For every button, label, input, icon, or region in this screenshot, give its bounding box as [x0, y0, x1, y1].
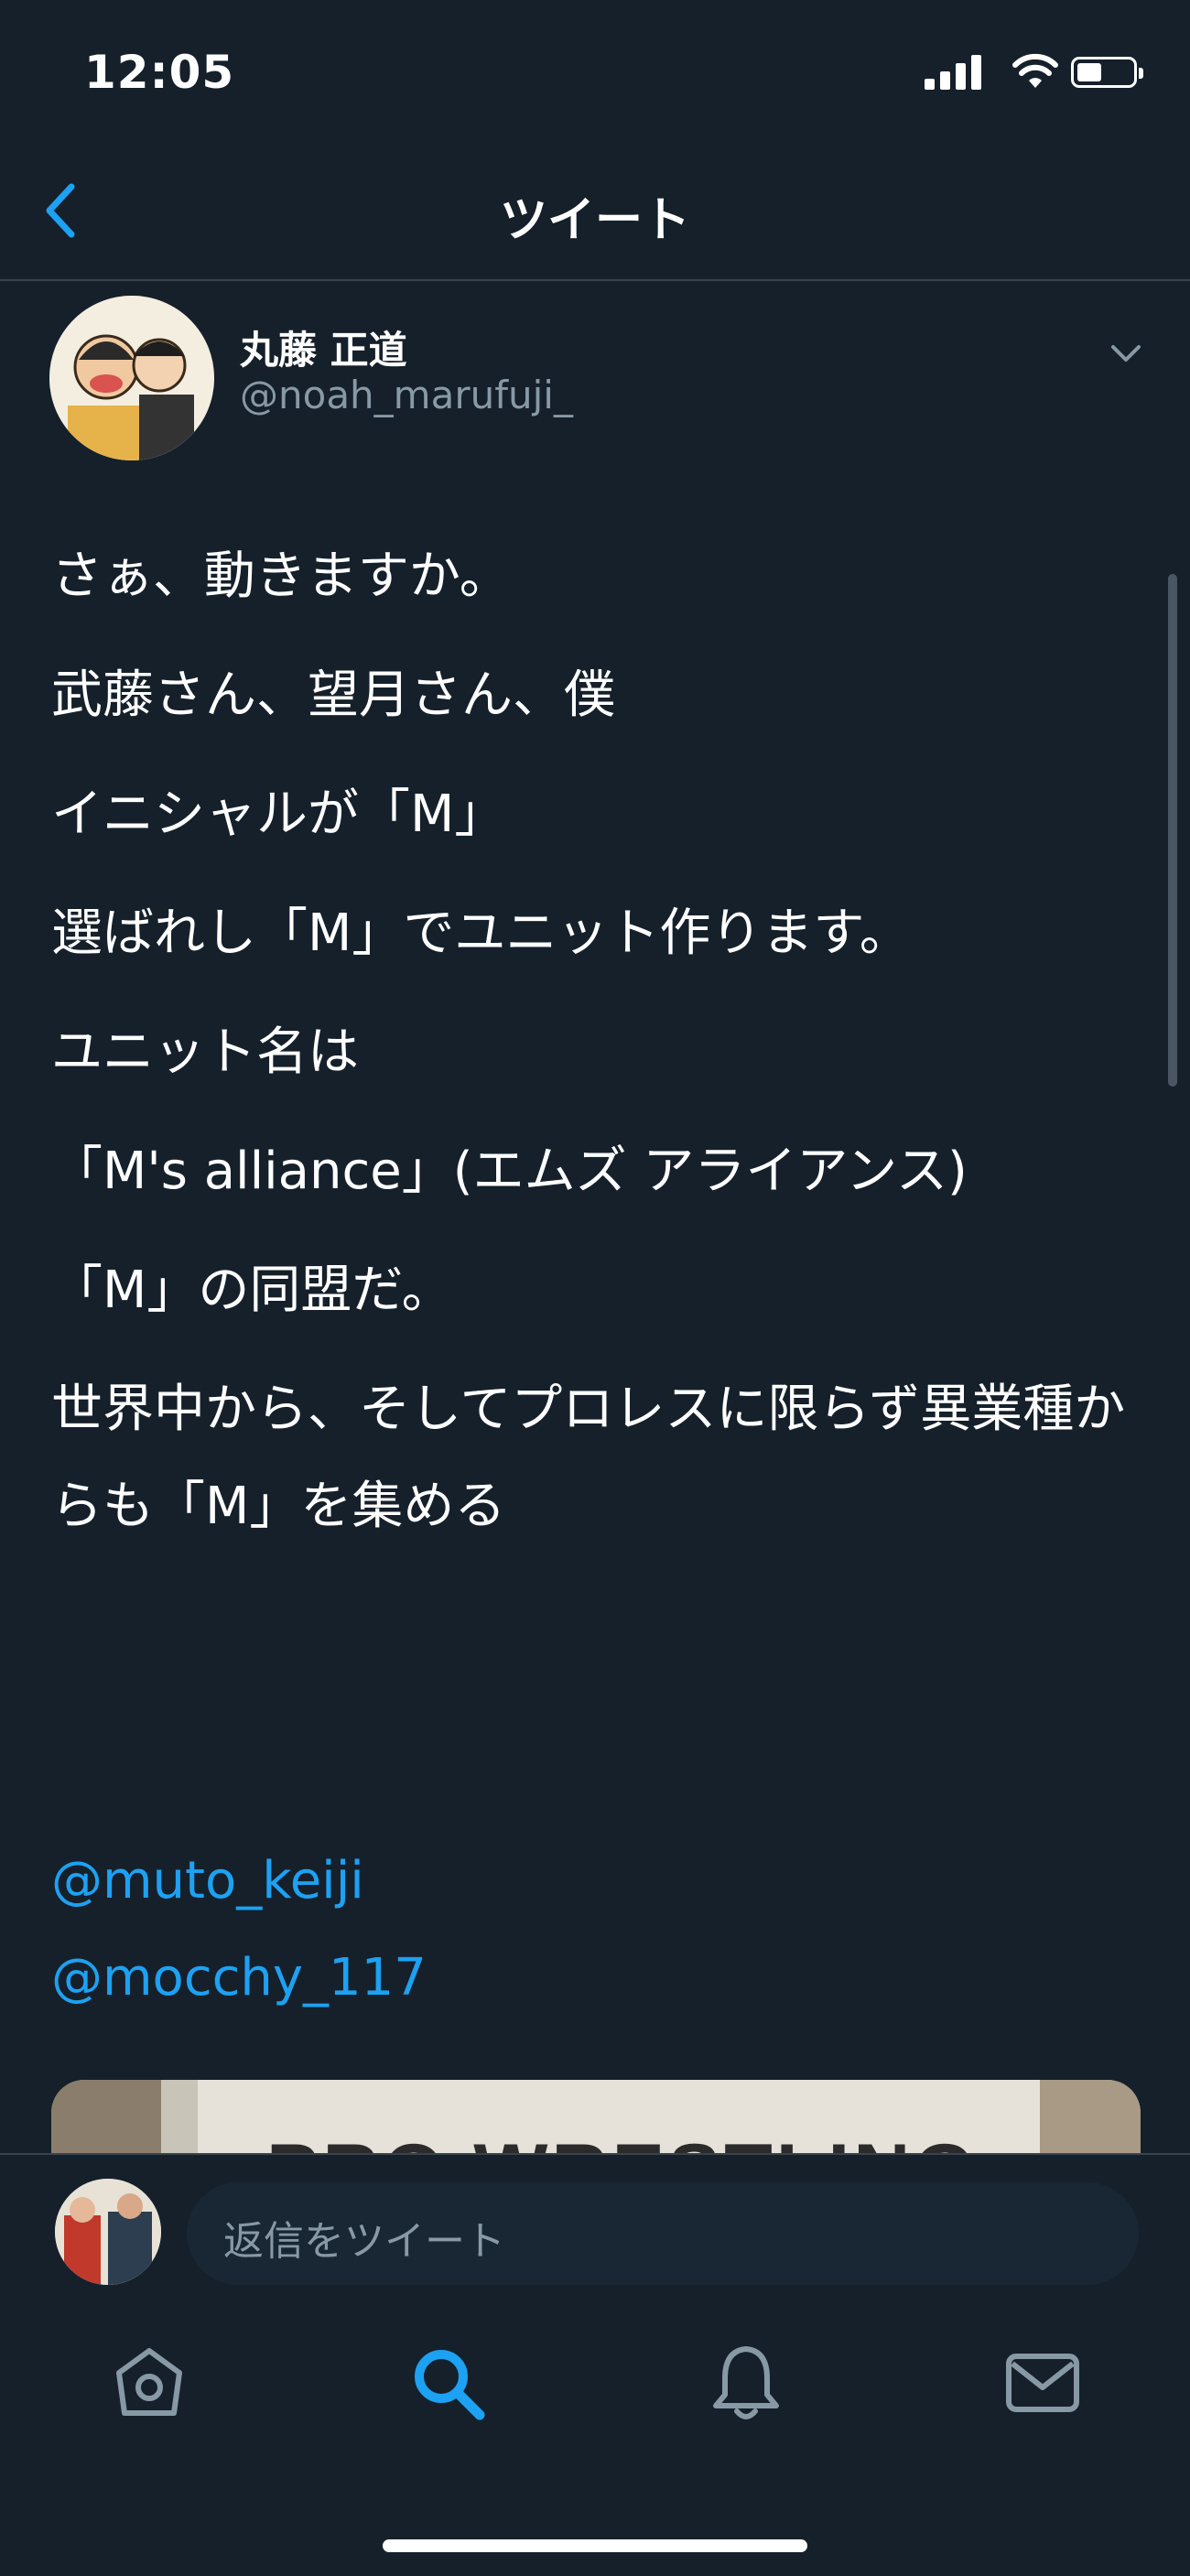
chevron-down-icon[interactable]: [1108, 334, 1144, 371]
author-handle[interactable]: @noah_marufuji_: [240, 373, 573, 417]
home-icon[interactable]: [108, 2342, 190, 2424]
mail-icon[interactable]: [1001, 2342, 1084, 2424]
user-avatar-photo: [55, 2179, 161, 2285]
mentions: @muto_keiji @mocchy_117: [51, 1833, 427, 2027]
media-sign-text: PRO WRESTLING: [266, 2127, 979, 2153]
author-name[interactable]: 丸藤 正道: [240, 319, 407, 375]
tweet-line: 武藤さん、望月さん、僕: [51, 666, 615, 725]
bell-icon[interactable]: [705, 2342, 787, 2424]
signal-icon: [925, 53, 989, 90]
tweet-text: さぁ、動きますか。 武藤さん、望月さん、僕 イニシャルが「M」 選ばれし「M」で…: [51, 528, 1141, 1577]
tweet-detail: 丸藤 正道 @noah_marufuji_ さぁ、動きますか。 武藤さん、望月さ…: [0, 281, 1190, 2153]
tweet-line: 選ばれし「M」でユニット作ります。: [51, 904, 911, 963]
reply-placeholder: 返信をツイート: [223, 2218, 505, 2265]
tweet-media[interactable]: PRO WRESTLING: [51, 2080, 1141, 2153]
avatar[interactable]: [55, 2179, 161, 2285]
avatar-illustration: [49, 296, 214, 460]
status-bar: 12:05: [0, 0, 1190, 146]
page-title: ツイート: [499, 193, 690, 248]
tweet-line: 世界中から、そしてプロレスに限らず異業種からも「M」を集める: [51, 1380, 1126, 1536]
tweet-line: ユニット名は: [51, 1023, 359, 1082]
avatar[interactable]: [49, 296, 214, 460]
mention-link[interactable]: @muto_keiji: [51, 1833, 427, 1930]
tweet-line: さぁ、動きますか。: [51, 547, 511, 606]
tab-bar: [0, 2290, 1190, 2576]
search-icon[interactable]: [406, 2342, 489, 2424]
tweet-line: 「M」の同盟だ。: [51, 1261, 453, 1320]
battery-icon: [1071, 57, 1143, 88]
tweet-line: 「M's alliance」(エムズ アライアンス): [51, 1142, 968, 1201]
nav-header: ツイート: [0, 146, 1190, 281]
reply-bar: 返信をツイート: [0, 2153, 1190, 2292]
status-icons: [925, 53, 1144, 99]
scrollbar[interactable]: [1168, 574, 1177, 1087]
wifi-icon: [1012, 53, 1058, 88]
reply-input[interactable]: 返信をツイート: [187, 2182, 1139, 2285]
status-time: 12:05: [84, 46, 235, 99]
home-indicator[interactable]: [383, 2539, 807, 2552]
mention-link[interactable]: @mocchy_117: [51, 1930, 427, 2027]
tweet-line: イニシャルが「M」: [51, 785, 506, 844]
